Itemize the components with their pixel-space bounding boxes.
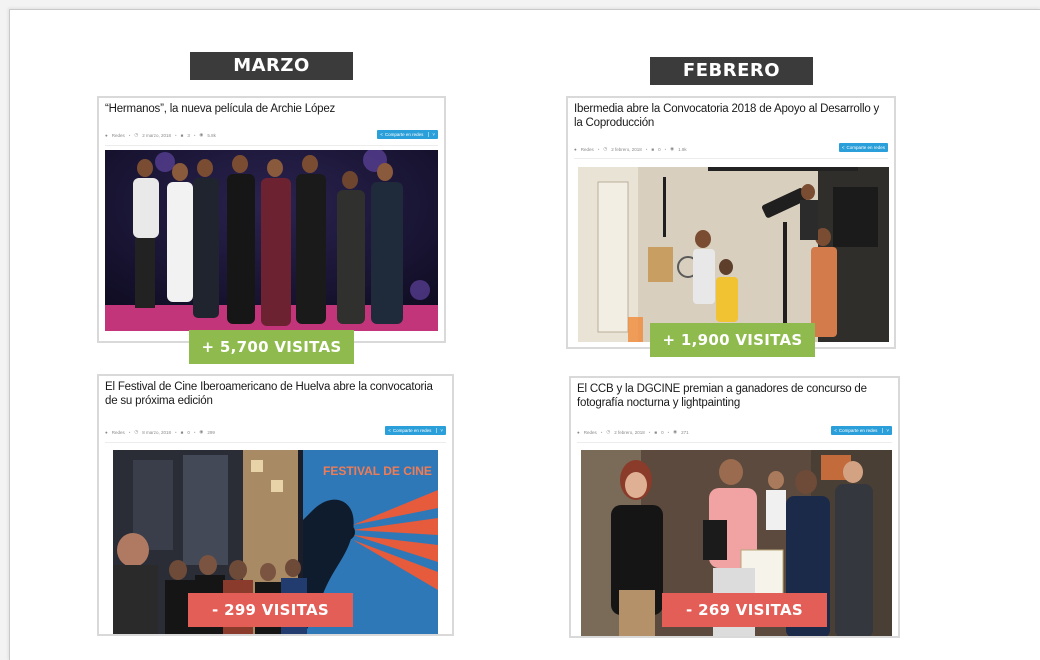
divider bbox=[105, 442, 446, 443]
share-label: Comparte en redes bbox=[392, 428, 432, 433]
comment-icon: ■ bbox=[651, 146, 655, 152]
article-card[interactable]: Ibermedia abre la Convocatoria 2018 de A… bbox=[566, 96, 896, 349]
article-title[interactable]: Ibermedia abre la Convocatoria 2018 de A… bbox=[574, 102, 888, 130]
user-icon: ● bbox=[574, 146, 577, 152]
user-icon: ● bbox=[577, 429, 580, 435]
share-button[interactable]: < Comparte en redes ˅ bbox=[831, 426, 892, 435]
article-meta: ● Redes • ◷ 8 marzo, 2018 • ■ 0 • ◉ 299 bbox=[105, 429, 215, 435]
share-button[interactable]: < Comparte en redes bbox=[838, 143, 888, 152]
comment-icon: ■ bbox=[180, 132, 184, 138]
eye-icon: ◉ bbox=[673, 429, 678, 434]
meta-comments: 0 bbox=[187, 429, 190, 435]
meta-comments: 0 bbox=[661, 429, 664, 435]
chevron-down-icon: ˅ bbox=[436, 428, 443, 433]
article-photo[interactable] bbox=[105, 150, 438, 331]
report-slide: MARZO FEBRERO “Hermanos”, la nueva pelíc… bbox=[9, 9, 1040, 660]
article-card[interactable]: “Hermanos”, la nueva película de Archie … bbox=[97, 96, 446, 343]
meta-author: Redes bbox=[580, 146, 594, 152]
article-meta: ● Redes • ◷ 2 marzo, 2018 • ■ 3 • ◉ 5.8k bbox=[105, 132, 216, 138]
eye-icon: ◉ bbox=[670, 146, 675, 151]
meta-author: Redes bbox=[111, 132, 125, 138]
divider bbox=[574, 158, 888, 159]
meta-views: 5.8k bbox=[207, 132, 216, 138]
eye-icon: ◉ bbox=[199, 132, 204, 137]
article-title[interactable]: El Festival de Cine Iberoamericano de Hu… bbox=[105, 380, 446, 408]
meta-date: 8 marzo, 2018 bbox=[142, 429, 172, 435]
article-title[interactable]: “Hermanos”, la nueva película de Archie … bbox=[105, 102, 438, 116]
share-button[interactable]: < Comparte en redes ˅ bbox=[385, 426, 446, 435]
chevron-down-icon: ˅ bbox=[882, 428, 889, 433]
visits-badge: - 269 VISITAS bbox=[662, 593, 827, 627]
comment-icon: ■ bbox=[654, 429, 658, 435]
share-icon: < bbox=[834, 428, 837, 433]
user-icon: ● bbox=[105, 132, 108, 138]
clock-icon: ◷ bbox=[603, 146, 608, 151]
article-meta: ● Redes • ◷ 2 febrero, 2018 • ■ 0 • ◉ 1.… bbox=[574, 146, 687, 152]
article-title[interactable]: El CCB y la DGCINE premian a ganadores d… bbox=[577, 382, 892, 410]
article-photo[interactable] bbox=[578, 167, 889, 342]
month-label-febrero: FEBRERO bbox=[650, 57, 813, 85]
chevron-down-icon: ˅ bbox=[428, 132, 435, 137]
visits-badge: - 299 VISITAS bbox=[188, 593, 353, 627]
clock-icon: ◷ bbox=[134, 132, 139, 137]
meta-views: 1.9k bbox=[678, 146, 687, 152]
share-icon: < bbox=[841, 145, 845, 150]
divider bbox=[105, 145, 438, 146]
eye-icon: ◉ bbox=[199, 429, 204, 434]
photo-film-set bbox=[578, 167, 889, 342]
clock-icon: ◷ bbox=[606, 429, 611, 434]
meta-views: 271 bbox=[681, 429, 689, 435]
meta-author: Redes bbox=[111, 429, 125, 435]
share-label: Comparte en redes bbox=[838, 428, 878, 433]
meta-comments: 3 bbox=[187, 132, 190, 138]
clock-icon: ◷ bbox=[134, 429, 139, 434]
meta-views: 299 bbox=[207, 429, 215, 435]
meta-comments: 0 bbox=[658, 146, 661, 152]
share-icon: < bbox=[380, 132, 383, 137]
meta-date: 2 febrero, 2018 bbox=[614, 429, 645, 435]
page-background: MARZO FEBRERO “Hermanos”, la nueva pelíc… bbox=[0, 0, 1040, 660]
meta-date: 2 marzo, 2018 bbox=[142, 132, 172, 138]
month-label-marzo: MARZO bbox=[190, 52, 353, 80]
visits-badge: + 5,700 VISITAS bbox=[189, 330, 354, 364]
share-label: Comparte en redes bbox=[846, 145, 885, 150]
svg-text:FESTIVAL DE CINE: FESTIVAL DE CINE bbox=[323, 464, 432, 478]
share-button[interactable]: < Comparte en redes ˅ bbox=[377, 130, 438, 139]
meta-author: Redes bbox=[583, 429, 597, 435]
photo-premiere-group bbox=[105, 150, 438, 331]
comment-icon: ■ bbox=[180, 429, 184, 435]
divider bbox=[577, 442, 892, 443]
article-meta: ● Redes • ◷ 2 febrero, 2018 • ■ 0 • ◉ 27… bbox=[577, 429, 689, 435]
meta-date: 2 febrero, 2018 bbox=[611, 146, 642, 152]
share-label: Comparte en redes bbox=[384, 132, 424, 137]
visits-badge: + 1,900 VISITAS bbox=[650, 323, 815, 357]
share-icon: < bbox=[388, 428, 391, 433]
user-icon: ● bbox=[105, 429, 108, 435]
